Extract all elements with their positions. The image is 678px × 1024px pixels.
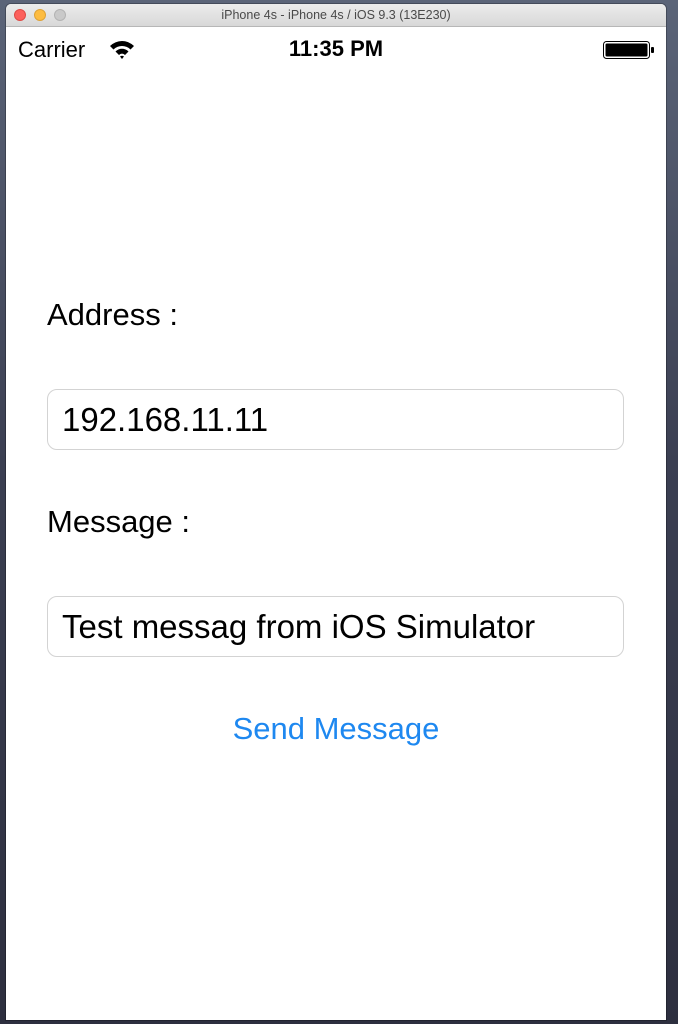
window-title: iPhone 4s - iPhone 4s / iOS 9.3 (13E230) (221, 8, 451, 22)
send-message-button[interactable]: Send Message (6, 711, 666, 747)
address-label: Address : (47, 297, 178, 332)
status-bar: Carrier 11:35 PM (6, 27, 666, 71)
status-time: 11:35 PM (288, 36, 384, 61)
simulator-window: iPhone 4s - iPhone 4s / iOS 9.3 (13E230)… (6, 4, 666, 1020)
window-titlebar[interactable]: iPhone 4s - iPhone 4s / iOS 9.3 (13E230) (6, 4, 666, 27)
address-field[interactable] (47, 389, 624, 450)
battery-icon (603, 41, 654, 59)
message-label: Message : (47, 504, 191, 539)
message-field[interactable] (47, 596, 624, 657)
device-screen: Carrier 11:35 PM Address : Message : Sen… (6, 27, 666, 1020)
